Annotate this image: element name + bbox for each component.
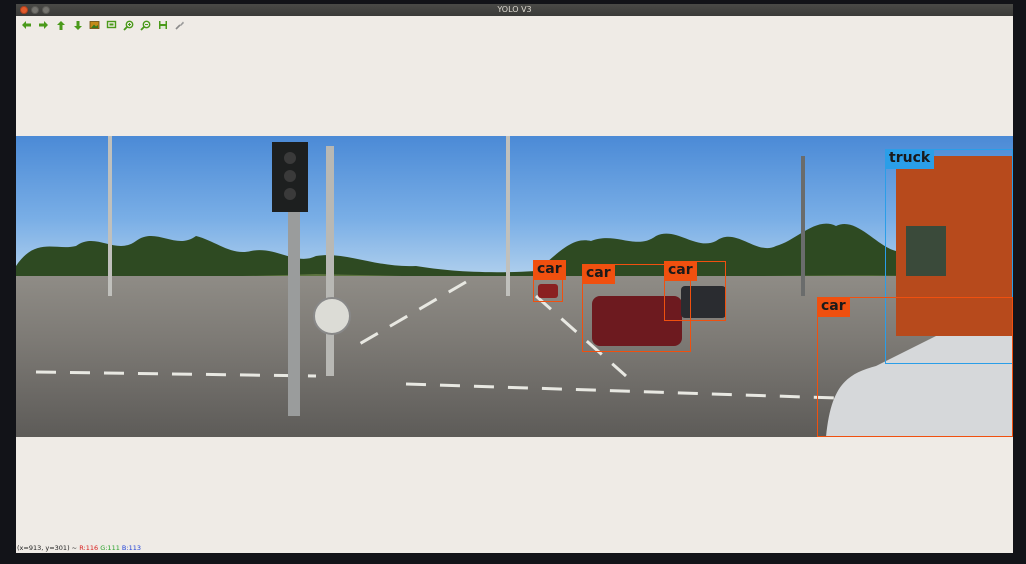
window-maximize-button[interactable] [42,6,50,14]
pan-down-button[interactable] [69,17,86,33]
detection-box-car: car [533,260,566,302]
toolbar [18,17,188,33]
pan-up-button[interactable] [52,17,69,33]
detection-label: truck [885,149,935,169]
arrow-left-icon [22,21,31,29]
detection-label: car [817,297,850,317]
image-icon [89,21,100,29]
zoom-in-icon [123,20,134,31]
zoom-out-icon [140,20,151,31]
zoom-rect-icon [106,20,117,29]
window-minimize-button[interactable] [31,6,39,14]
detection-box-car: car [664,261,726,321]
title-bar[interactable]: YOLO V3 [16,4,1013,16]
arrow-up-icon [56,20,65,30]
zoom-in-button[interactable] [120,17,137,33]
pixel-blue-value: B:113 [121,544,141,552]
detection-label: car [533,260,566,280]
detection-box-car: car [817,297,1013,437]
properties-button[interactable] [171,17,188,33]
save-icon [158,21,167,29]
arrow-right-icon [39,21,48,29]
status-bar: (x=913, y=301) ~ R:116 G:111 B:113 [17,543,141,553]
pixel-green-value: G:111 [100,544,120,552]
window-close-button[interactable] [20,6,28,14]
pixel-red-value: R:116 [79,544,99,552]
properties-icon [174,21,184,30]
save-button[interactable] [154,17,171,33]
yolo-window: YOLO V3 truck car car car car (x=913, y=… [16,4,1013,553]
window-title: YOLO V3 [497,5,532,14]
pan-left-button[interactable] [18,17,35,33]
cursor-coordinates: (x=913, y=301) ~ [17,544,78,552]
detection-label: car [582,264,615,284]
detection-label: car [664,261,697,281]
arrow-down-icon [73,20,82,30]
zoom-fit-button[interactable] [86,17,103,33]
image-viewer[interactable]: truck car car car car [16,136,1013,437]
pan-right-button[interactable] [35,17,52,33]
zoom-rect-button[interactable] [103,17,120,33]
zoom-out-button[interactable] [137,17,154,33]
